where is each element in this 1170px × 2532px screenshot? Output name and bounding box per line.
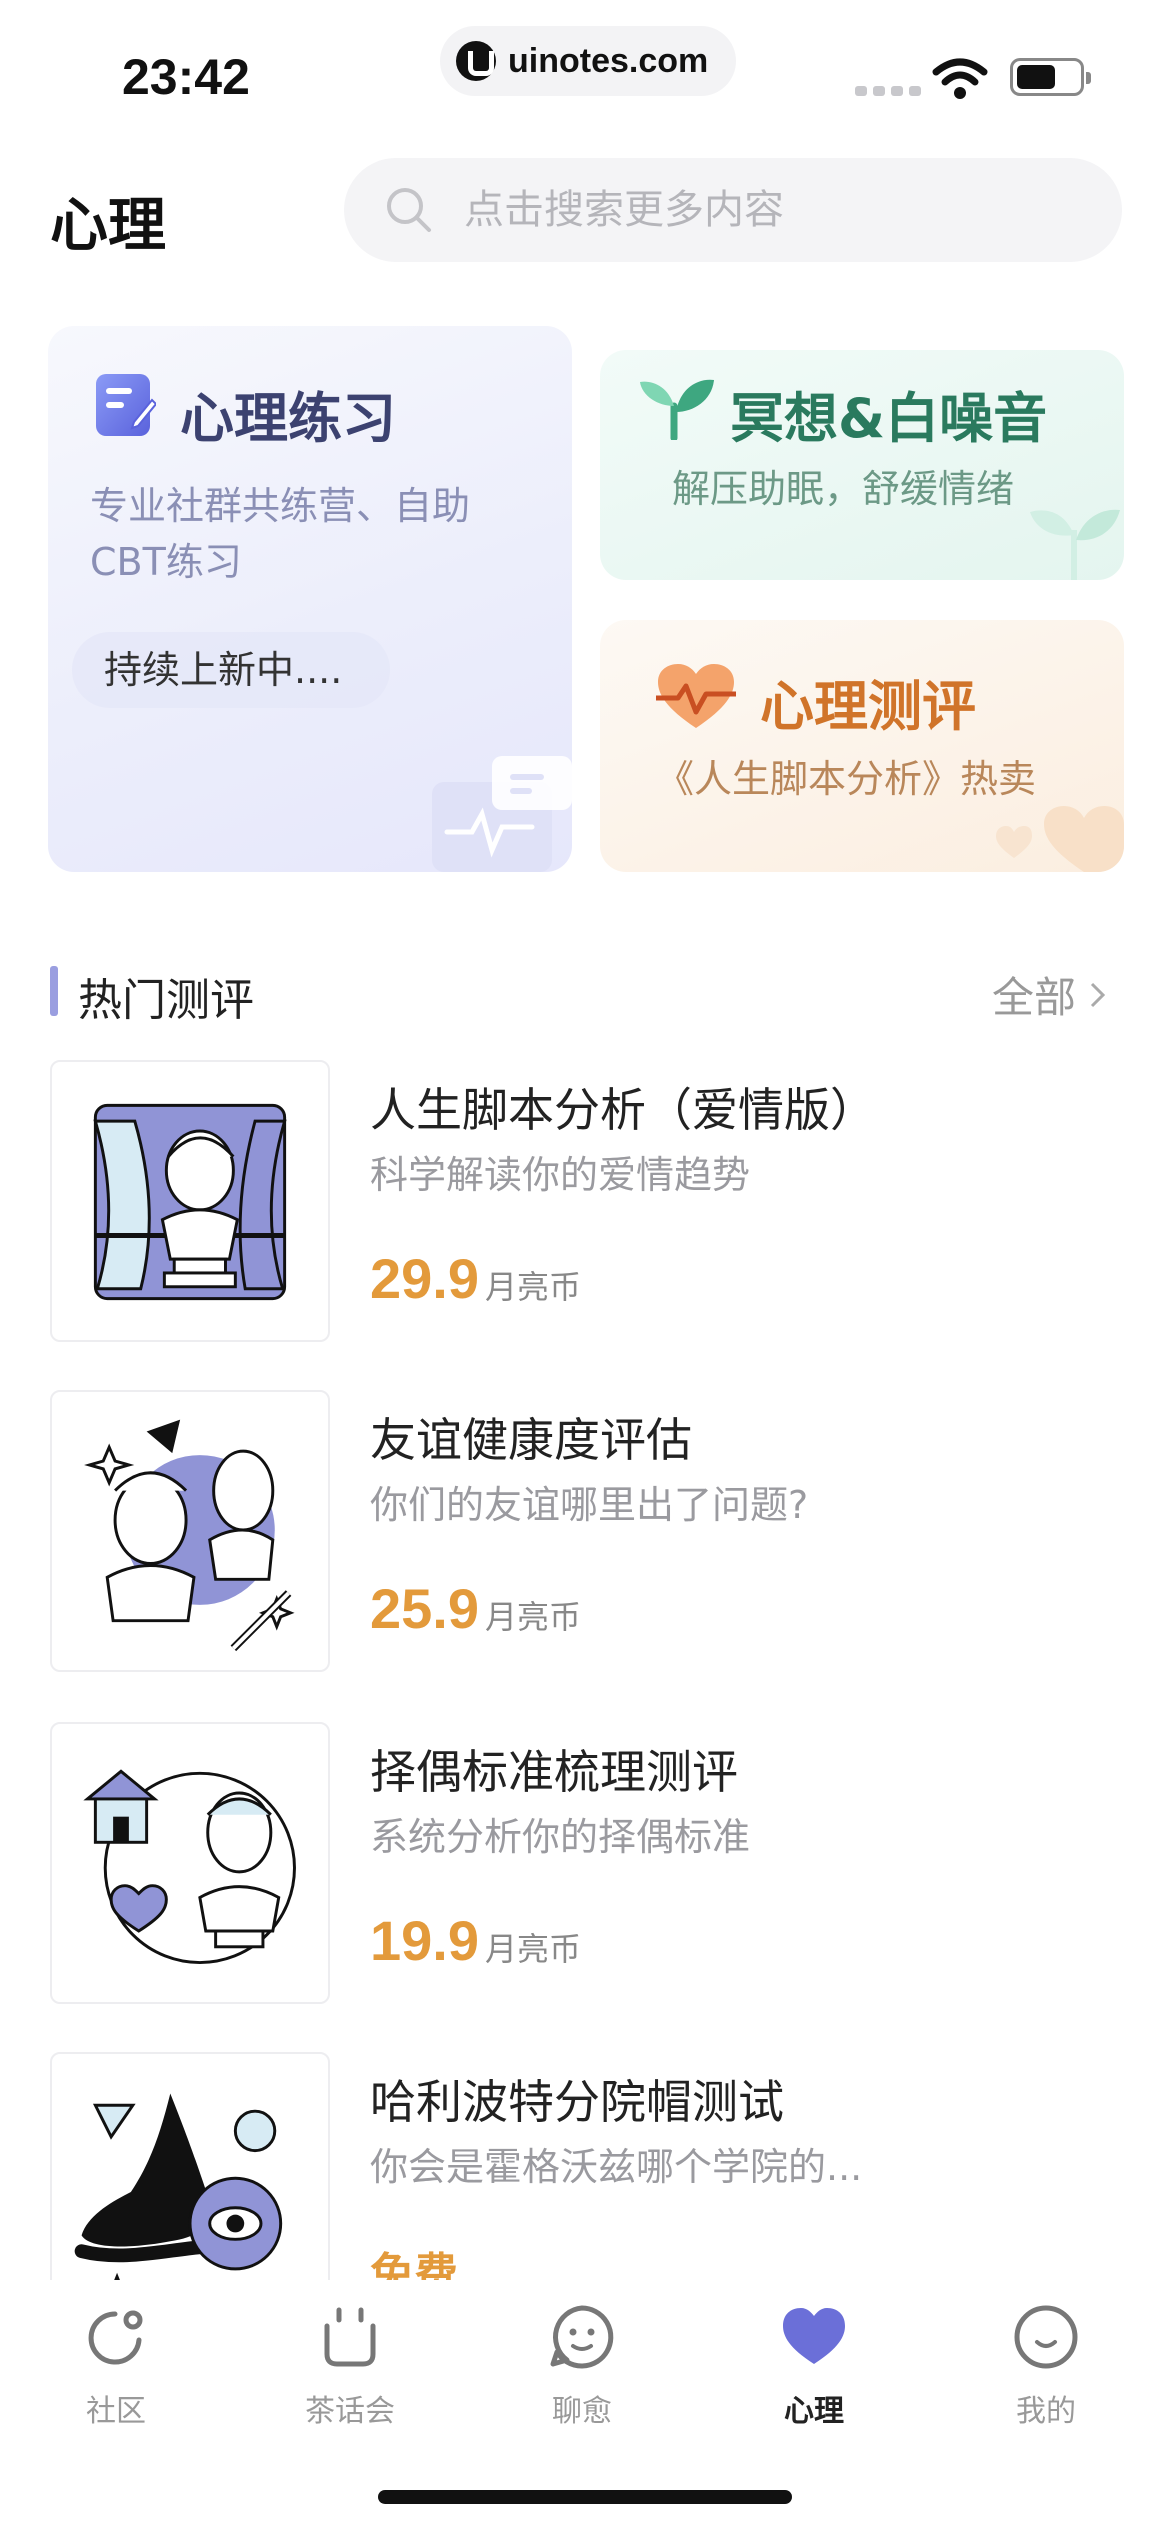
status-bar: 23:42 uinotes.com [0, 0, 1170, 130]
section-title: 热门测评 [78, 975, 254, 1026]
pulse-chat-illustration-icon [432, 756, 572, 872]
tab-label: 我的 [1016, 2394, 1076, 2429]
url-text: uinotes.com [508, 41, 709, 80]
price-unit: 月亮币 [485, 1930, 582, 1968]
wifi-icon [932, 58, 988, 99]
heartbeat-icon [656, 664, 736, 728]
chat-face-icon [550, 2305, 614, 2369]
price-unit: 月亮币 [485, 1268, 582, 1306]
heart-icon [783, 2308, 845, 2364]
tab-psychology[interactable]: 心理 [734, 2302, 894, 2430]
document-edit-icon [96, 374, 156, 436]
item-thumbnail [50, 2052, 330, 2280]
house-heart-bust-illustration-icon [83, 1769, 296, 1965]
practice-chip: 持续上新中.... [72, 632, 390, 708]
item-price: 19.9 月亮币 [370, 1908, 581, 1973]
status-time: 23:42 [122, 49, 250, 105]
hearts-decoration-icon [996, 806, 1124, 872]
sprout-icon [640, 379, 714, 440]
item-thumbnail [50, 1390, 330, 1672]
price-value: 29.9 [370, 1247, 479, 1310]
list-item[interactable]: 友谊健康度评估 你们的友谊哪里出了问题? 25.9 月亮币 [50, 1390, 1122, 1672]
home-indicator [378, 2490, 792, 2504]
test-subtitle: 《人生脚本分析》热卖 [656, 757, 1037, 801]
list-item[interactable]: 人生脚本分析（爱情版） 科学解读你的爱情趋势 29.9 月亮币 [50, 1060, 1122, 1342]
item-thumbnail [50, 1060, 330, 1342]
profile-face-icon [1014, 2305, 1078, 2369]
item-title: 人生脚本分析（爱情版） [370, 1083, 876, 1137]
practice-card[interactable]: 心理练习 专业社群共练营、自助CBT练习 持续上新中.... [48, 326, 572, 872]
view-all-link[interactable]: 全部 [992, 964, 1108, 1025]
tab-chat-heal[interactable]: 聊愈 [502, 2302, 662, 2430]
item-title: 友谊健康度评估 [370, 1413, 692, 1467]
price-value: 25.9 [370, 1577, 479, 1640]
chevron-right-icon [1090, 982, 1106, 1007]
item-price: 29.9 月亮币 [370, 1246, 581, 1311]
practice-subtitle: 专业社群共练营、自助CBT练习 [90, 484, 471, 584]
price-value: 19.9 [370, 1909, 479, 1972]
site-logo-icon [456, 41, 496, 81]
tea-cup-icon [324, 2307, 376, 2367]
item-subtitle: 你们的友谊哪里出了问题? [370, 1483, 809, 1527]
search-bar[interactable] [344, 158, 1122, 262]
list-item[interactable]: 择偶标准梳理测评 系统分析你的择偶标准 19.9 月亮币 [50, 1722, 1122, 2004]
hot-tests-list: 人生脚本分析（爱情版） 科学解读你的爱情趋势 29.9 月亮币 友谊健康度评估 … [0, 1040, 1170, 2280]
sorting-hat-crystal-ball-illustration-icon [74, 2093, 283, 2280]
meditate-card[interactable]: 冥想&白噪音 解压助眠，舒缓情绪 [600, 350, 1124, 580]
tab-label: 社区 [86, 2394, 146, 2429]
view-all-label: 全部 [991, 973, 1076, 1022]
curtain-bust-illustration-icon [93, 1103, 287, 1301]
tab-profile[interactable]: 我的 [966, 2302, 1126, 2430]
tab-label: 聊愈 [552, 2394, 612, 2429]
test-title: 心理测评 [760, 675, 976, 738]
price-unit: 月亮币 [485, 1598, 582, 1636]
section-accent-bar [50, 966, 58, 1016]
item-title: 哈利波特分院帽测试 [370, 2075, 784, 2129]
tab-community[interactable]: 社区 [36, 2302, 196, 2430]
tab-label: 心理 [784, 2394, 844, 2429]
item-subtitle: 你会是霍格沃兹哪个学院的... [370, 2145, 863, 2189]
url-pill: uinotes.com [440, 26, 736, 96]
search-icon [387, 188, 431, 232]
community-icon [88, 2310, 143, 2365]
tab-tea-party[interactable]: 茶话会 [270, 2302, 430, 2430]
two-busts-illustration-icon [84, 1419, 295, 1652]
tab-label: 茶话会 [305, 2394, 395, 2429]
page-title: 心理 [50, 191, 167, 259]
battery-icon [1010, 58, 1091, 96]
item-subtitle: 系统分析你的择偶标准 [370, 1815, 751, 1859]
meditate-subtitle: 解压助眠，舒缓情绪 [672, 467, 1015, 511]
item-thumbnail [50, 1722, 330, 2004]
meditate-title: 冥想&白噪音 [730, 387, 1048, 450]
item-price: 免费 [370, 2238, 458, 2280]
list-item[interactable]: 哈利波特分院帽测试 你会是霍格沃兹哪个学院的... 免费 [50, 2052, 1122, 2280]
test-card[interactable]: 心理测评 《人生脚本分析》热卖 [600, 620, 1124, 872]
item-subtitle: 科学解读你的爱情趋势 [370, 1153, 751, 1197]
item-title: 择偶标准梳理测评 [370, 1745, 738, 1799]
item-price: 25.9 月亮币 [370, 1576, 581, 1641]
search-input[interactable] [464, 187, 1064, 233]
leaf-decoration-icon [1030, 509, 1120, 580]
price-free-label: 免费 [370, 2249, 458, 2280]
practice-title: 心理练习 [180, 387, 396, 450]
signal-icon [855, 86, 921, 96]
